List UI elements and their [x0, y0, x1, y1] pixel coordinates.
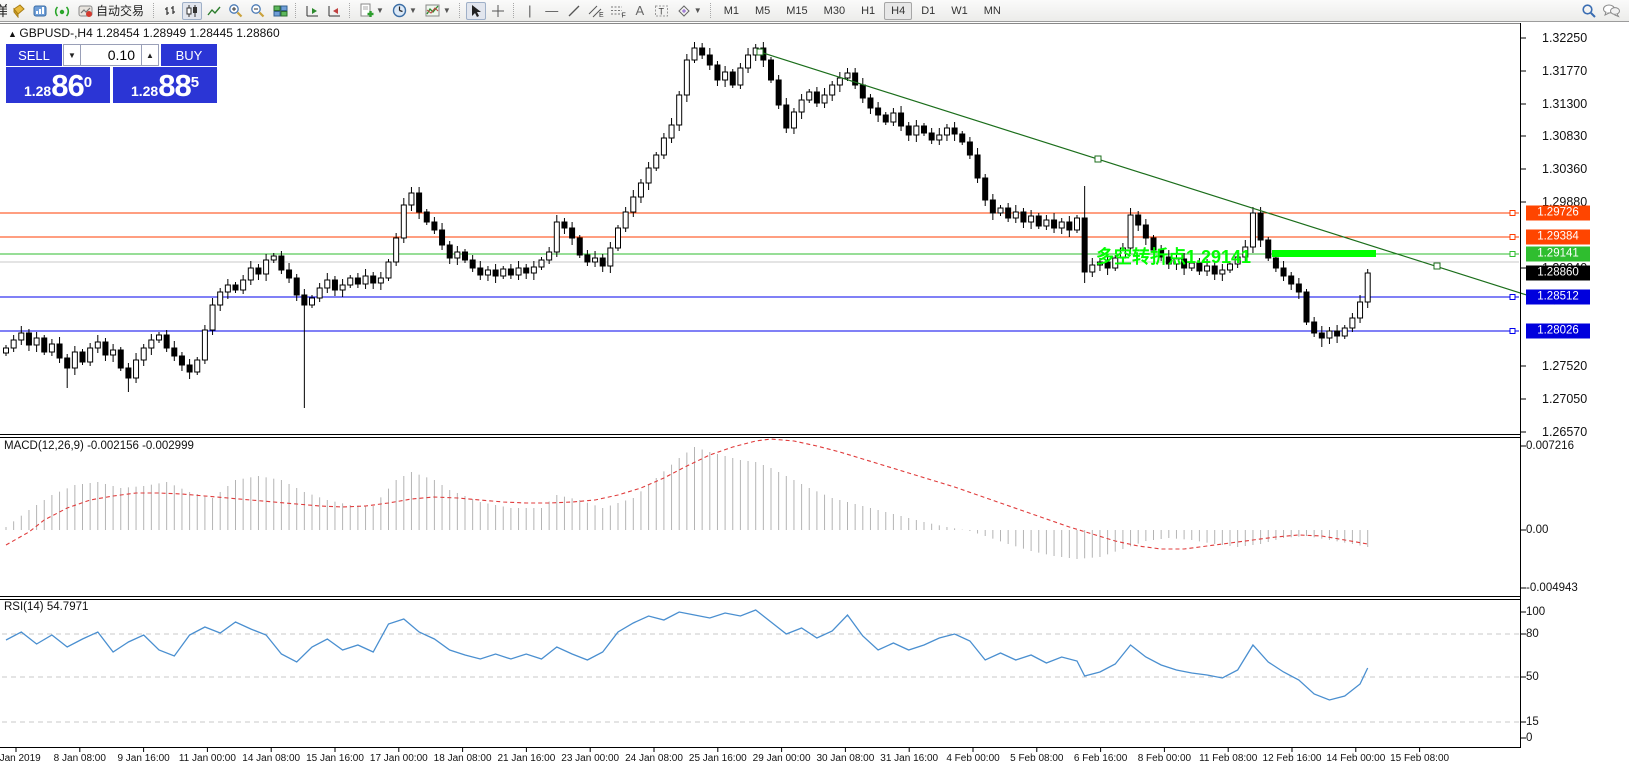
axis-date-label: 4 Feb 00:00 [946, 753, 999, 764]
volume-input[interactable]: 0.10 [81, 44, 141, 66]
axis-date-label: 14 Feb 00:00 [1326, 753, 1385, 764]
buy-price-big: 88 [158, 71, 190, 101]
price-chart-svg[interactable] [0, 0, 1629, 770]
buy-price-sup: 5 [191, 67, 199, 99]
axis-price-label: 100 [1526, 606, 1545, 618]
buy-price[interactable]: 1.28 88 5 [113, 67, 217, 103]
rsi-label: RSI(14) 54.7971 [4, 601, 88, 613]
volume-increase-button[interactable]: ▲ [141, 44, 159, 66]
axis-date-label: 8 Jan 08:00 [54, 753, 106, 764]
one-click-trading-panel: SELL ▼ 0.10 ▲ BUY 1.28 86 0 1.28 88 5 [6, 44, 217, 103]
axis-date-label: 23 Jan 00:00 [561, 753, 619, 764]
mt4-window: 单 自动交易 [0, 0, 1629, 770]
pane-separator[interactable] [0, 599, 1521, 600]
axis-date-label: 29 Jan 00:00 [753, 753, 811, 764]
chart-title: ▲ GBPUSD-,H4 1.28454 1.28949 1.28445 1.2… [8, 26, 280, 40]
axis-date-label: 15 Jan 16:00 [306, 753, 364, 764]
sell-price-big: 86 [51, 71, 83, 101]
pane-separator[interactable] [0, 434, 1521, 435]
volume-decrease-button[interactable]: ▼ [63, 44, 81, 66]
price-line-badge: 1.28860 [1526, 266, 1590, 281]
price-line-badge: 1.29726 [1526, 206, 1590, 221]
pane-separator[interactable] [0, 437, 1521, 438]
axis-date-label: 7 Jan 2019 [0, 753, 41, 764]
sell-price[interactable]: 1.28 86 0 [6, 67, 110, 103]
axis-price-label: 1.32250 [1542, 31, 1587, 45]
axis-date-label: 6 Feb 16:00 [1074, 753, 1127, 764]
axis-date-label: 11 Feb 08:00 [1199, 753, 1257, 764]
sell-price-sup: 0 [84, 67, 92, 99]
axis-date-label: 11 Jan 00:00 [179, 753, 236, 764]
axis-price-label: 0.007216 [1526, 440, 1574, 452]
axis-date-label: 5 Feb 08:00 [1010, 753, 1063, 764]
axis-date-label: 9 Jan 16:00 [117, 753, 169, 764]
axis-price-label: -0.004943 [1526, 582, 1578, 594]
axis-price-label: 0 [1526, 732, 1532, 744]
axis-price-label: 0.00 [1526, 524, 1548, 536]
axis-date-label: 12 Feb 16:00 [1263, 753, 1322, 764]
axis-price-label: 1.27520 [1542, 359, 1587, 373]
macd-label: MACD(12,26,9) -0.002156 -0.002999 [4, 440, 194, 452]
axis-price-label: 1.31770 [1542, 64, 1587, 78]
axis-date-label: 21 Jan 16:00 [497, 753, 555, 764]
price-line-badge: 1.29384 [1526, 230, 1590, 245]
chart-ohlc-values: 1.28454 1.28949 1.28445 1.28860 [96, 26, 280, 40]
axis-price-label: 1.30360 [1542, 162, 1587, 176]
sell-price-prefix: 1.28 [24, 81, 51, 101]
axis-price-label: 1.31300 [1542, 97, 1587, 111]
axis-price-label: 50 [1526, 671, 1539, 683]
axis-date-label: 31 Jan 16:00 [880, 753, 938, 764]
price-line-badge: 1.28026 [1526, 324, 1590, 339]
price-line-badge: 1.28512 [1526, 290, 1590, 305]
axis-date-label: 15 Feb 08:00 [1390, 753, 1449, 764]
axis-date-label: 17 Jan 00:00 [370, 753, 428, 764]
buy-price-prefix: 1.28 [131, 81, 158, 101]
axis-price-label: 1.30830 [1542, 129, 1587, 143]
axis-date-label: 8 Feb 00:00 [1138, 753, 1191, 764]
axis-date-label: 14 Jan 08:00 [242, 753, 300, 764]
axis-date-label: 30 Jan 08:00 [816, 753, 874, 764]
chart-frame-right [1520, 23, 1521, 747]
chart-symbol: GBPUSD-,H4 [19, 26, 92, 40]
axis-price-label: 80 [1526, 628, 1539, 640]
axis-price-label: 1.27050 [1542, 392, 1587, 406]
sell-button[interactable]: SELL [6, 44, 63, 66]
axis-date-label: 18 Jan 08:00 [434, 753, 492, 764]
collapse-triangle-icon[interactable]: ▲ [8, 29, 19, 39]
axis-price-label: 1.26570 [1542, 425, 1587, 439]
chart-frame-top [0, 23, 1521, 24]
buy-button[interactable]: BUY [160, 44, 217, 66]
turning-point-annotation[interactable]: 多空转折点1.29141 [1096, 243, 1251, 269]
pane-separator[interactable] [0, 596, 1521, 597]
axis-date-label: 25 Jan 16:00 [689, 753, 747, 764]
axis-date-label: 24 Jan 08:00 [625, 753, 683, 764]
axis-price-label: 15 [1526, 716, 1539, 728]
chart-frame-bottom [0, 747, 1521, 748]
price-line-badge: 1.29141 [1526, 247, 1590, 262]
